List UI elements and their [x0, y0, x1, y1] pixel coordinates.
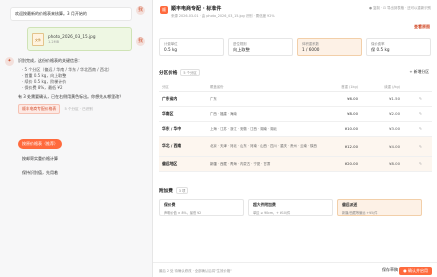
zone-first-price[interactable]: ¥6.00 — [322, 91, 364, 107]
stat-value: 保 0.5 kg — [371, 47, 390, 52]
ai-followup: 有 3 处需要确认，已在右侧用黄色标出。你想先从哪里改？ — [18, 94, 124, 99]
col-first-weight: 首重 (1kg) — [322, 82, 364, 92]
stat-label: 计费单位 — [164, 42, 178, 46]
footer-note: 最后 2 处 待确认修改 · 全部确认后将"生效价格" — [159, 269, 232, 273]
stat-label: 体积重系数 — [302, 42, 319, 46]
edit-icon[interactable]: ✎ — [406, 156, 432, 172]
table-row[interactable]: 华南区 广西 · 福建 · 海南 ¥8.00 ¥2.00 ✎ — [159, 106, 432, 122]
stat-label: 进位规则 — [233, 42, 247, 46]
stat-volume-factor[interactable]: 体积重系数 1 / 6000 — [297, 38, 362, 56]
surcharge-desc: 新疆/西藏等偏远 +¥5/件 — [342, 211, 378, 215]
stat-rounding[interactable]: 进位规则 向上取整 — [228, 38, 293, 56]
price-table-tag-sub: 5 个分区 · 已识别 — [64, 107, 93, 111]
zones-title: 分区价格 — [159, 71, 178, 76]
col-provinces: 覆盖省份 — [207, 82, 322, 92]
stat-insurance-rate[interactable]: 保价费率 保 0.5 kg — [366, 38, 431, 56]
surcharge-remote[interactable]: 偏远派送 新疆/西藏等偏远 +¥5/件 — [337, 199, 422, 216]
ai-message: 识别完成，这份价格表的关键信息： · 5 个分区（偏远 / 华南 / 华东 / … — [18, 58, 146, 114]
extras-count-badge: 3 项 — [175, 187, 189, 194]
zone-provinces: 新疆 · 西藏 · 青海 · 内蒙古 · 宁夏 · 甘肃 — [207, 156, 322, 172]
header-links[interactable]: ● 复制 · ⊡ 导出到表格 · 还可以重新识别 — [369, 5, 431, 10]
stat-value: 0.5 kg — [164, 47, 178, 52]
add-zone-button[interactable]: + 新增分区 — [409, 69, 429, 75]
edit-icon[interactable]: ✎ — [406, 121, 432, 137]
zone-provinces: 广东 — [207, 91, 322, 107]
panel-header: 顺 顺丰电商专配 · 标准件 来源 2026-03-01 · 由 photo_2… — [153, 0, 437, 30]
zone-name: 华东 / 华中 — [159, 121, 207, 137]
table-row[interactable]: 广东省内 广东 ¥6.00 ¥1.50 ✎ — [159, 91, 432, 107]
surcharge-oversize[interactable]: 超大件附加费 单边 ≥ 90cm，+ ¥10/件 — [248, 199, 333, 216]
panel-footer: 最后 2 处 待确认修改 · 全部确认后将"生效价格" 保存草稿 ● 确认并启用 — [153, 262, 437, 277]
surcharge-cards: 保价费 声明价值 × 8%，最低 ¥2 超大件附加费 单边 ≥ 90cm，+ ¥… — [159, 199, 422, 216]
col-continuation: 续重 (/kg) — [364, 82, 406, 92]
user-message: 欢迎按最新的价格表来核算。3 月开始的 — [10, 7, 132, 21]
zones-count-badge: 5 个分区 — [180, 69, 200, 76]
col-actions — [406, 82, 432, 92]
table-row[interactable]: 偏远地区 新疆 · 西藏 · 青海 · 内蒙古 · 宁夏 · 甘肃 ¥20.00… — [159, 156, 432, 172]
zone-cont-price[interactable]: ¥4.00 — [364, 136, 406, 157]
surcharge-desc: 单边 ≥ 90cm，+ ¥10/件 — [253, 211, 291, 215]
file-attachment[interactable]: 文件 photo_2026_03_15.jpg 1.2MB — [27, 27, 132, 51]
carrier-logo-icon: 顺 — [160, 6, 168, 14]
option-actual-weight[interactable]: 按邮寄实重价格计算 — [18, 154, 62, 164]
zone-cont-price[interactable]: ¥2.00 — [364, 106, 406, 122]
user-avatar-2: 我 — [136, 37, 145, 46]
price-table-tag[interactable]: 顺丰电商专配价格表 — [18, 104, 61, 114]
surcharge-insurance[interactable]: 保价费 声明价值 × 8%，最低 ¥2 — [159, 199, 244, 216]
ai-intro: 识别完成，这份价格表的关键信息： — [18, 58, 82, 63]
zones-section-title: 分区价格 5 个分区 — [159, 69, 200, 76]
bullet-insurance: · 保价费 8%，最低 ¥2 — [22, 85, 63, 90]
table-row[interactable]: 华东 / 华中 上海 · 江苏 · 浙江 · 安徽 · 江西 · 湖南 · 湖北… — [159, 121, 432, 137]
zone-first-price[interactable]: ¥8.00 — [322, 106, 364, 122]
stat-value: 1 / 6000 — [302, 47, 320, 52]
user-message-text: 欢迎按最新的价格表来核算。3 月开始的 — [15, 11, 87, 16]
zone-provinces: 上海 · 江苏 · 浙江 · 安徽 · 江西 · 湖南 · 湖北 — [207, 121, 322, 137]
file-name: photo_2026_03_15.jpg — [48, 34, 96, 39]
edit-icon[interactable]: ✎ — [406, 106, 432, 122]
zone-first-price[interactable]: ¥20.00 — [322, 156, 364, 172]
zone-provinces: 北京 · 天津 · 河北 · 山东 · 河南 · 山西 · 四川 · 重庆 · … — [207, 136, 322, 157]
zone-first-price[interactable]: ¥12.00 — [322, 136, 364, 157]
zone-cont-price[interactable]: ¥1.50 — [364, 91, 406, 107]
zones-table: 分区 覆盖省份 首重 (1kg) 续重 (/kg) 广东省内 广东 ¥6.00 … — [159, 82, 432, 172]
zone-name: 广东省内 — [159, 91, 207, 107]
surcharge-title: 超大件附加费 — [253, 202, 276, 207]
file-icon: 文件 — [32, 32, 44, 46]
surcharge-title: 偏远派送 — [342, 202, 358, 207]
confirm-enable-button[interactable]: ● 确认并启用 — [399, 267, 432, 275]
zone-cont-price[interactable]: ¥3.00 — [364, 121, 406, 137]
stat-value: 向上取整 — [233, 47, 250, 52]
price-table-panel: 顺 顺丰电商专配 · 标准件 来源 2026-03-01 · 由 photo_2… — [152, 0, 437, 277]
extras-section-title: 附加费 3 项 — [159, 187, 189, 194]
stat-label: 保价费率 — [371, 42, 385, 46]
col-zone: 分区 — [159, 82, 207, 92]
option-keep-recognized[interactable]: 保持识别值，先用着 — [18, 168, 62, 178]
view-original-button[interactable]: 查看原图 — [414, 24, 430, 30]
rule-stats: 计费单位 0.5 kg 进位规则 向上取整 体积重系数 1 / 6000 保价费… — [159, 38, 431, 56]
save-draft-button[interactable]: 保存草稿 — [382, 267, 398, 273]
panel-subtitle: 来源 2026-03-01 · 由 photo_2026_03_15.jpg 识… — [171, 14, 275, 18]
edit-icon[interactable]: ✎ — [406, 136, 432, 157]
edit-icon[interactable]: ✎ — [406, 91, 432, 107]
table-row[interactable]: 华北 / 西南 北京 · 天津 · 河北 · 山东 · 河南 · 山西 · 四川… — [159, 136, 432, 157]
stat-billing-unit[interactable]: 计费单位 0.5 kg — [159, 38, 224, 56]
zone-provinces: 广西 · 福建 · 海南 — [207, 106, 322, 122]
user-avatar: 我 — [136, 6, 145, 15]
option-original-price[interactable]: 按原价格表（推荐） — [18, 139, 62, 149]
zone-cont-price[interactable]: ¥8.00 — [364, 156, 406, 172]
zone-name: 华南区 — [159, 106, 207, 122]
chat-panel: 我 欢迎按最新的价格表来核算。3 月开始的 文件 photo_2026_03_1… — [0, 0, 152, 277]
zone-first-price[interactable]: ¥10.00 — [322, 121, 364, 137]
zone-name: 华北 / 西南 — [159, 136, 207, 157]
zone-name: 偏远地区 — [159, 156, 207, 172]
price-table-tag-label: 顺丰电商专配价格表 — [22, 106, 57, 111]
surcharge-desc: 声明价值 × 8%，最低 ¥2 — [164, 211, 202, 215]
panel-title: 顺丰电商专配 · 标准件 — [171, 6, 222, 12]
ai-avatar: ✦ — [5, 57, 14, 66]
surcharge-title: 保价费 — [164, 202, 176, 207]
extras-title: 附加费 — [159, 189, 173, 194]
file-size: 1.2MB — [48, 40, 59, 44]
